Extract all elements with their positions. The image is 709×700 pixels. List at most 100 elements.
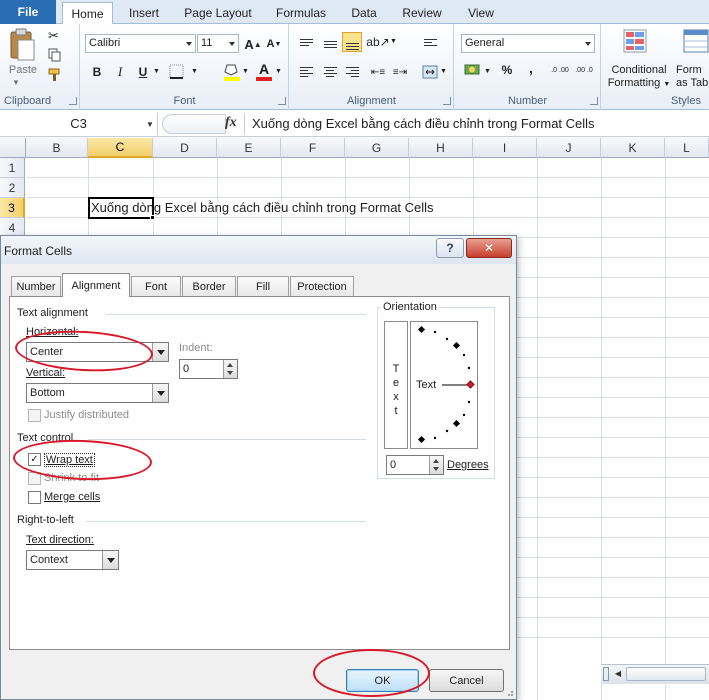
tab-fill[interactable]: Fill xyxy=(237,276,289,296)
grow-font-button[interactable]: A ▲ xyxy=(243,34,263,54)
clipboard-launcher-icon[interactable] xyxy=(69,97,77,105)
wrap-text-checkbox[interactable]: ✓ xyxy=(28,453,41,466)
underline-button[interactable]: U xyxy=(133,62,153,82)
merge-cells-checkbox[interactable] xyxy=(28,491,41,504)
tab-insert[interactable]: Insert xyxy=(118,3,170,23)
font-color-button[interactable]: A xyxy=(255,61,273,81)
percent-style-button[interactable]: % xyxy=(497,60,517,80)
accounting-format-icon[interactable] xyxy=(464,62,482,78)
resize-grip-icon[interactable] xyxy=(504,687,514,697)
merge-dropdown-icon[interactable]: ▼ xyxy=(440,68,447,75)
merge-center-icon[interactable] xyxy=(420,62,440,82)
shrink-font-button[interactable]: A ▼ xyxy=(264,34,284,54)
select-all-corner[interactable] xyxy=(0,138,26,158)
column-header-j[interactable]: J xyxy=(537,138,601,158)
number-launcher-icon[interactable] xyxy=(590,97,598,105)
font-color-dropdown-icon[interactable]: ▼ xyxy=(275,68,282,75)
horizontal-select[interactable]: Center xyxy=(26,342,169,362)
column-header-h[interactable]: H xyxy=(409,138,473,158)
format-as-table-icon[interactable] xyxy=(682,28,709,56)
column-header-k[interactable]: K xyxy=(601,138,665,158)
tab-data[interactable]: Data xyxy=(344,3,384,23)
align-right-button[interactable] xyxy=(342,62,362,82)
borders-dropdown-icon[interactable]: ▼ xyxy=(191,68,198,75)
orientation-dial[interactable]: Text xyxy=(410,321,478,449)
row-header-1[interactable]: 1 xyxy=(0,158,25,178)
font-size-combo[interactable]: 11 xyxy=(197,34,239,53)
cut-icon[interactable]: ✂ xyxy=(48,28,59,44)
fill-handle[interactable] xyxy=(150,215,155,220)
dialog-title-bar[interactable]: Format Cells ? ✕ xyxy=(1,236,516,264)
formula-bar-splitter[interactable] xyxy=(162,114,226,134)
column-header-b[interactable]: B xyxy=(26,138,88,158)
column-header-f[interactable]: F xyxy=(281,138,345,158)
tab-border[interactable]: Border xyxy=(182,276,236,296)
tab-home[interactable]: Home xyxy=(62,2,113,24)
accounting-dropdown-icon[interactable]: ▼ xyxy=(484,68,491,75)
column-header-c[interactable]: C xyxy=(88,138,153,158)
copy-icon[interactable] xyxy=(48,48,61,62)
increase-decimal-button[interactable]: .0 .00 xyxy=(549,61,571,81)
degrees-spinner[interactable]: 0 xyxy=(386,455,444,475)
conditional-formatting-icon[interactable] xyxy=(622,28,652,56)
bottom-align-button[interactable] xyxy=(342,32,362,52)
row-header-3[interactable]: 3 xyxy=(0,198,25,218)
scroll-thumb[interactable] xyxy=(626,667,706,681)
ok-button[interactable]: OK xyxy=(346,669,419,692)
orientation-dropdown-icon[interactable]: ▼ xyxy=(390,38,397,45)
text-direction-select[interactable]: Context xyxy=(26,550,119,570)
format-as-table-button[interactable]: Form as Tab xyxy=(676,64,709,90)
indent-spinner[interactable]: 0 xyxy=(179,359,238,379)
decrease-decimal-button[interactable]: .00 .0 xyxy=(573,61,595,81)
justify-distributed-checkbox[interactable] xyxy=(28,409,41,422)
column-header-i[interactable]: I xyxy=(473,138,537,158)
vertical-text-button[interactable]: Text xyxy=(384,321,408,449)
borders-icon[interactable] xyxy=(169,64,185,80)
tab-alignment[interactable]: Alignment xyxy=(62,273,130,297)
shrink-to-fit-checkbox[interactable] xyxy=(28,472,41,485)
underline-dropdown-icon[interactable]: ▼ xyxy=(153,68,160,75)
column-header-g[interactable]: G xyxy=(345,138,409,158)
wrap-text-icon[interactable] xyxy=(420,32,440,52)
font-name-combo[interactable]: Calibri xyxy=(85,34,196,53)
fill-color-icon[interactable] xyxy=(223,62,241,82)
close-button[interactable]: ✕ xyxy=(466,238,512,258)
top-align-button[interactable] xyxy=(296,32,316,52)
help-button[interactable]: ? xyxy=(436,238,464,258)
cancel-button[interactable]: Cancel xyxy=(429,669,504,692)
align-center-button[interactable] xyxy=(320,62,340,82)
tab-font[interactable]: Font xyxy=(131,276,181,296)
scroll-left-icon[interactable]: ◀ xyxy=(612,667,624,681)
scrollbar-splitter[interactable] xyxy=(603,667,609,681)
orientation-icon[interactable]: ab↗ xyxy=(366,32,389,52)
number-format-combo[interactable]: General xyxy=(461,34,595,53)
column-header-l[interactable]: L xyxy=(665,138,709,158)
format-painter-icon[interactable] xyxy=(48,68,62,82)
column-header-e[interactable]: E xyxy=(217,138,281,158)
tab-review[interactable]: Review xyxy=(395,3,449,23)
vertical-select[interactable]: Bottom xyxy=(26,383,169,403)
tab-file[interactable]: File xyxy=(0,0,56,24)
increase-indent-icon[interactable]: ≡⇥ xyxy=(390,62,410,82)
font-launcher-icon[interactable] xyxy=(278,97,286,105)
tab-view[interactable]: View xyxy=(460,3,502,23)
tab-formulas[interactable]: Formulas xyxy=(268,3,334,23)
paste-button[interactable]: Paste xyxy=(8,64,38,76)
decrease-indent-icon[interactable]: ⇤≡ xyxy=(368,62,388,82)
row-header-2[interactable]: 2 xyxy=(0,178,25,198)
italic-button[interactable]: I xyxy=(110,62,130,82)
tab-page-layout[interactable]: Page Layout xyxy=(178,3,258,23)
column-header-d[interactable]: D xyxy=(153,138,217,158)
comma-style-button[interactable]: , xyxy=(521,58,541,78)
paste-dropdown-icon[interactable]: ▼ xyxy=(12,78,20,87)
align-left-button[interactable] xyxy=(296,62,316,82)
middle-align-button[interactable] xyxy=(320,32,340,52)
fill-color-dropdown-icon[interactable]: ▼ xyxy=(242,68,249,75)
bold-button[interactable]: B xyxy=(87,62,107,82)
alignment-launcher-icon[interactable] xyxy=(443,97,451,105)
name-box[interactable]: C3 xyxy=(0,113,158,135)
tab-protection[interactable]: Protection xyxy=(290,276,354,296)
insert-function-icon[interactable]: fx xyxy=(225,115,237,131)
name-box-dropdown-icon[interactable]: ▼ xyxy=(146,120,154,129)
conditional-formatting-button[interactable]: Conditional Formatting ▼ xyxy=(606,64,672,91)
